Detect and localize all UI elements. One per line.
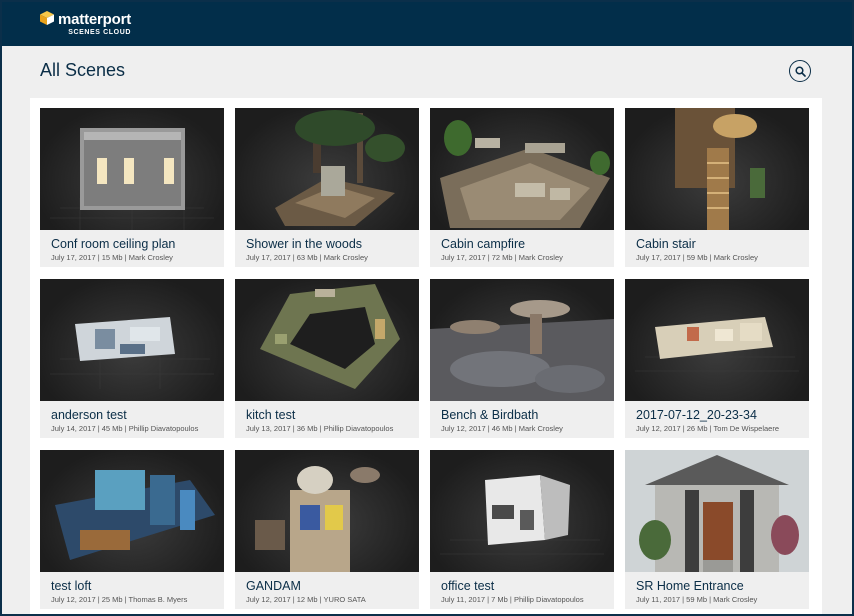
page-header: All Scenes bbox=[2, 46, 852, 96]
scene-meta: July 14, 2017 | 45 Mb | Phillip Diavatop… bbox=[51, 424, 199, 433]
scene-card[interactable]: GANDAM July 12, 2017 | 12 Mb | YURO SATA bbox=[235, 450, 419, 609]
search-button[interactable] bbox=[789, 60, 811, 82]
scene-meta: July 13, 2017 | 36 Mb | Phillip Diavatop… bbox=[246, 424, 394, 433]
scene-title[interactable]: kitch test bbox=[235, 401, 419, 422]
scene-thumbnail[interactable] bbox=[625, 450, 809, 572]
scene-card[interactable]: 2017-07-12_20-23-34 July 12, 2017 | 26 M… bbox=[625, 279, 809, 438]
scene-card[interactable]: SR Home Entrance July 11, 2017 | 59 Mb |… bbox=[625, 450, 809, 609]
scenes-panel: Conf room ceiling plan July 17, 2017 | 1… bbox=[30, 98, 822, 614]
scene-thumbnail-image bbox=[635, 317, 799, 372]
scene-thumbnail-image bbox=[675, 108, 765, 230]
brand-logo[interactable]: matterport SCENES CLOUD bbox=[40, 10, 132, 37]
search-icon bbox=[794, 65, 806, 77]
scene-title[interactable]: Shower in the woods bbox=[235, 230, 419, 251]
scene-meta: July 17, 2017 | 59 Mb | Mark Crosley bbox=[636, 253, 758, 262]
scene-meta: July 17, 2017 | 63 Mb | Mark Crosley bbox=[246, 253, 368, 262]
scene-title[interactable]: Bench & Birdbath bbox=[430, 401, 614, 422]
scene-thumbnail[interactable] bbox=[40, 450, 224, 572]
scene-title[interactable]: Cabin stair bbox=[625, 230, 809, 251]
scene-meta: July 17, 2017 | 72 Mb | Mark Crosley bbox=[441, 253, 563, 262]
scene-title[interactable]: anderson test bbox=[40, 401, 224, 422]
scene-thumbnail-image bbox=[50, 128, 214, 230]
scene-title[interactable]: Conf room ceiling plan bbox=[40, 230, 224, 251]
scene-title[interactable]: Cabin campfire bbox=[430, 230, 614, 251]
app-window: matterport SCENES CLOUD All Scenes Conf … bbox=[0, 0, 854, 616]
scene-card[interactable]: Cabin campfire July 17, 2017 | 72 Mb | M… bbox=[430, 108, 614, 267]
scene-thumbnail-image bbox=[255, 466, 380, 572]
brand-name: matterport bbox=[58, 10, 132, 28]
scene-thumbnail-image bbox=[275, 110, 405, 226]
scene-thumbnail[interactable] bbox=[430, 450, 614, 572]
scene-meta: July 11, 2017 | 59 Mb | Mark Crosley bbox=[636, 595, 758, 604]
scene-thumbnail-image bbox=[440, 475, 604, 555]
scene-title[interactable]: GANDAM bbox=[235, 572, 419, 593]
scene-meta: July 11, 2017 | 7 Mb | Phillip Diavatopo… bbox=[441, 595, 584, 604]
scene-meta: July 12, 2017 | 46 Mb | Mark Crosley bbox=[441, 424, 563, 433]
scene-thumbnail-image bbox=[50, 317, 214, 389]
scene-thumbnail[interactable] bbox=[40, 279, 224, 401]
top-bar: matterport SCENES CLOUD bbox=[2, 2, 852, 46]
scene-thumbnail[interactable] bbox=[235, 450, 419, 572]
scene-card[interactable]: Conf room ceiling plan July 17, 2017 | 1… bbox=[40, 108, 224, 267]
scene-thumbnail[interactable] bbox=[430, 279, 614, 401]
scene-card[interactable]: Bench & Birdbath July 12, 2017 | 46 Mb |… bbox=[430, 279, 614, 438]
logo-cube-icon bbox=[40, 11, 54, 25]
scene-card[interactable]: anderson test July 14, 2017 | 45 Mb | Ph… bbox=[40, 279, 224, 438]
scene-meta: July 12, 2017 | 12 Mb | YURO SATA bbox=[246, 595, 366, 604]
scene-meta: July 12, 2017 | 25 Mb | Thomas B. Myers bbox=[51, 595, 188, 604]
scene-card[interactable]: office test July 11, 2017 | 7 Mb | Phill… bbox=[430, 450, 614, 609]
scene-title[interactable]: SR Home Entrance bbox=[625, 572, 809, 593]
scene-thumbnail-image bbox=[260, 284, 400, 389]
scenes-grid: Conf room ceiling plan July 17, 2017 | 1… bbox=[40, 108, 809, 609]
brand-subtitle: SCENES CLOUD bbox=[68, 28, 132, 36]
scene-title[interactable]: 2017-07-12_20-23-34 bbox=[625, 401, 809, 422]
scene-card[interactable]: Shower in the woods July 17, 2017 | 63 M… bbox=[235, 108, 419, 267]
scene-thumbnail[interactable] bbox=[625, 108, 809, 230]
scene-thumbnail[interactable] bbox=[625, 279, 809, 401]
scene-thumbnail-image bbox=[55, 470, 215, 560]
scene-thumbnail[interactable] bbox=[235, 108, 419, 230]
scene-card[interactable]: test loft July 12, 2017 | 25 Mb | Thomas… bbox=[40, 450, 224, 609]
scene-thumbnail-image bbox=[440, 120, 610, 228]
scene-thumbnail-image bbox=[639, 455, 799, 572]
scene-thumbnail[interactable] bbox=[40, 108, 224, 230]
page-title: All Scenes bbox=[40, 60, 126, 80]
scene-thumbnail[interactable] bbox=[235, 279, 419, 401]
scene-meta: July 12, 2017 | 26 Mb | Tom De Wispelaer… bbox=[636, 424, 779, 433]
scene-card[interactable]: Cabin stair July 17, 2017 | 59 Mb | Mark… bbox=[625, 108, 809, 267]
scene-thumbnail[interactable] bbox=[430, 108, 614, 230]
scene-thumbnail-image bbox=[430, 300, 614, 401]
scene-title[interactable]: office test bbox=[430, 572, 614, 593]
scene-title[interactable]: test loft bbox=[40, 572, 224, 593]
scene-card[interactable]: kitch test July 13, 2017 | 36 Mb | Phill… bbox=[235, 279, 419, 438]
scene-meta: July 17, 2017 | 15 Mb | Mark Crosley bbox=[51, 253, 173, 262]
